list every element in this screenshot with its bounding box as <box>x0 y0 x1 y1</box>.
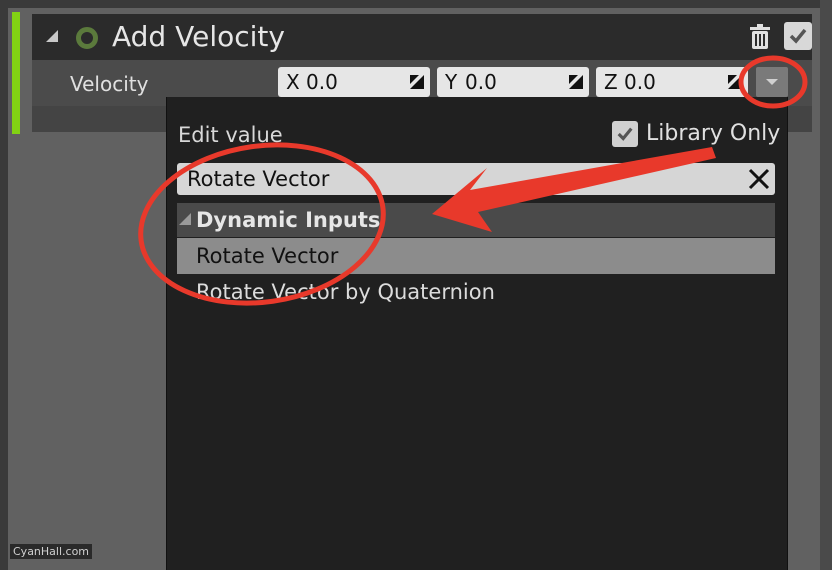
library-only-label[interactable]: Library Only <box>646 119 780 149</box>
resize-handle-icon[interactable] <box>410 75 424 89</box>
popup-header: Edit value <box>178 123 283 147</box>
velocity-y-field[interactable]: Y 0.0 <box>437 67 589 97</box>
velocity-z-field[interactable]: Z 0.0 <box>596 67 748 97</box>
checkmark-icon <box>789 28 807 44</box>
ring-icon <box>76 27 98 49</box>
search-input-value: Rotate Vector <box>187 167 330 191</box>
search-input[interactable]: Rotate Vector <box>177 163 775 195</box>
list-item-label: Rotate Vector <box>196 244 339 268</box>
velocity-label: Velocity <box>70 72 149 96</box>
axis-label: Y <box>445 70 458 94</box>
watermark: CyanHall.com <box>10 544 93 559</box>
checkmark-icon <box>617 127 633 141</box>
list-item[interactable]: Rotate Vector <box>177 238 775 274</box>
chevron-down-icon <box>766 79 778 85</box>
category-dynamic-inputs[interactable]: Dynamic Inputs <box>177 203 775 237</box>
collapse-triangle-icon[interactable] <box>46 30 58 42</box>
resize-handle-icon[interactable] <box>728 75 742 89</box>
axis-label: Z <box>604 70 618 94</box>
axis-value: 0.0 <box>306 70 338 94</box>
resize-handle-icon[interactable] <box>569 75 583 89</box>
velocity-x-field[interactable]: X 0.0 <box>278 67 430 97</box>
category-label: Dynamic Inputs <box>196 208 381 232</box>
outer-frame-left <box>0 0 8 570</box>
outer-frame-top <box>0 0 832 8</box>
module-title: Add Velocity <box>112 20 285 53</box>
trash-icon[interactable] <box>748 24 772 50</box>
close-icon[interactable] <box>747 167 771 191</box>
expand-triangle-icon <box>179 213 191 225</box>
scrollbar-track[interactable] <box>820 0 832 570</box>
module-accent-bar <box>12 12 20 134</box>
axis-label: X <box>286 70 300 94</box>
axis-value: 0.0 <box>465 70 497 94</box>
library-only-checkbox[interactable] <box>612 121 638 147</box>
velocity-dropdown-button[interactable] <box>756 67 788 97</box>
axis-value: 0.0 <box>624 70 656 94</box>
list-item-label: Rotate Vector by Quaternion <box>196 280 495 304</box>
module-enable-checkbox[interactable] <box>784 22 812 50</box>
list-item[interactable]: Rotate Vector by Quaternion <box>177 274 775 310</box>
